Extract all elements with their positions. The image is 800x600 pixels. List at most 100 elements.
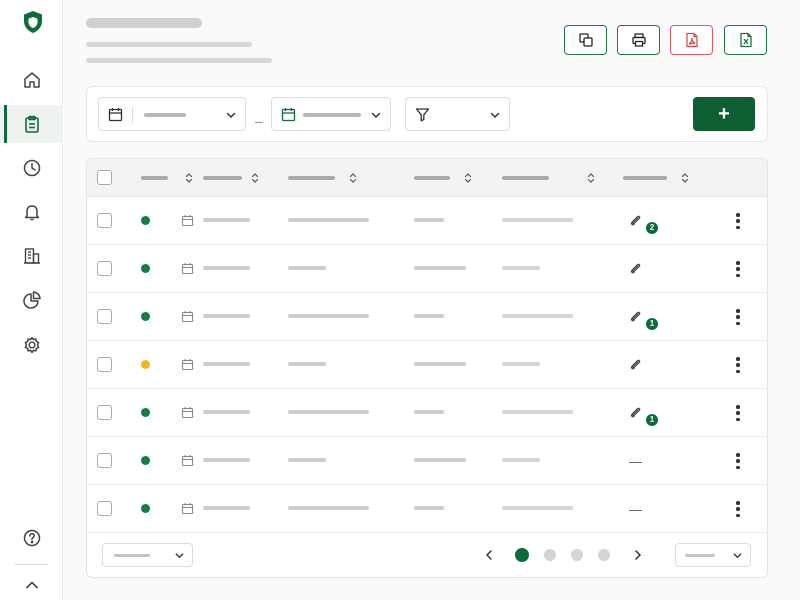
shield-icon[interactable]: [22, 10, 44, 34]
excel-export-button[interactable]: [724, 25, 767, 55]
row-checkbox[interactable]: [97, 405, 112, 420]
sort-icon[interactable]: [680, 172, 690, 184]
row-actions-menu[interactable]: [731, 211, 745, 231]
calendar-icon: [181, 407, 194, 419]
name-value: [288, 314, 369, 318]
sort-icon[interactable]: [463, 172, 473, 184]
paperclip-icon[interactable]: [628, 405, 643, 420]
sidebar-item-notifications[interactable]: [0, 193, 63, 231]
page-description: [86, 58, 272, 63]
chevron-left-icon[interactable]: [483, 548, 495, 562]
pdf-export-button[interactable]: [670, 25, 713, 55]
no-attachment: —: [629, 502, 642, 517]
page-dot-1[interactable]: [515, 548, 529, 562]
row-actions-menu[interactable]: [731, 451, 745, 471]
sidebar-item-clipboard[interactable]: [0, 105, 63, 143]
type-value: [414, 314, 444, 318]
type-value: [414, 410, 444, 414]
filter-dropdown[interactable]: [405, 97, 510, 131]
row-checkbox[interactable]: [97, 213, 112, 228]
date-value: [203, 410, 250, 414]
date-value: [203, 218, 250, 222]
sidebar-item-settings[interactable]: [0, 326, 63, 364]
column-header-location: [502, 176, 549, 180]
rows-per-page-dropdown[interactable]: [102, 543, 193, 567]
clipboard-icon: [24, 115, 39, 133]
row-checkbox[interactable]: [97, 501, 112, 516]
print-icon: [631, 33, 646, 47]
date-value: [203, 506, 250, 510]
name-value: [288, 218, 369, 222]
page-dot-3[interactable]: [571, 549, 583, 561]
table-row[interactable]: —: [87, 485, 767, 533]
chevron-down-icon: [371, 112, 381, 119]
filter-icon: [415, 108, 430, 122]
type-value: [414, 362, 466, 366]
sidebar-item-history[interactable]: [0, 149, 63, 187]
sidebar-item-home[interactable]: [0, 61, 63, 99]
chevron-right-icon[interactable]: [632, 548, 644, 562]
help-button[interactable]: [0, 519, 63, 557]
sidebar-item-buildings[interactable]: [0, 237, 63, 275]
page-dot-2[interactable]: [544, 549, 556, 561]
row-actions-menu[interactable]: [731, 355, 745, 375]
paperclip-icon[interactable]: [628, 357, 643, 372]
attachment-count-badge: 1: [646, 414, 658, 426]
status-dot: [141, 312, 150, 321]
row-actions-menu[interactable]: [731, 499, 745, 519]
end-date-dropdown[interactable]: [271, 97, 391, 131]
help-icon: [23, 529, 40, 547]
start-date-dropdown[interactable]: [98, 97, 246, 131]
paperclip-icon[interactable]: [628, 261, 643, 276]
plus-icon: +: [718, 103, 730, 125]
row-actions-menu[interactable]: [731, 403, 745, 423]
end-date-value: [303, 113, 361, 117]
row-actions-menu[interactable]: [731, 307, 745, 327]
table-row[interactable]: 1: [87, 293, 767, 341]
sort-icon[interactable]: [586, 172, 596, 184]
page-dot-4[interactable]: [598, 549, 610, 561]
table-row[interactable]: 2: [87, 197, 767, 245]
select-all-checkbox[interactable]: [97, 170, 112, 185]
pie-chart-icon: [22, 291, 41, 309]
sidebar-item-reports[interactable]: [0, 281, 63, 319]
sort-icon[interactable]: [184, 172, 194, 184]
page-size-dropdown[interactable]: [675, 543, 751, 567]
row-checkbox[interactable]: [97, 309, 112, 324]
calendar-icon: [181, 215, 194, 227]
page-size-value: [685, 554, 715, 557]
attachment-count-badge: 1: [646, 318, 658, 330]
main-content: – + 2 1 1 — —: [64, 0, 800, 600]
table-row[interactable]: [87, 341, 767, 389]
date-value: [203, 458, 250, 462]
add-button[interactable]: +: [693, 97, 755, 131]
table-row[interactable]: [87, 245, 767, 293]
start-date-value: [144, 113, 186, 117]
sort-icon[interactable]: [250, 172, 260, 184]
table-header: [87, 159, 767, 197]
column-header-status: [141, 176, 168, 180]
collapse-button[interactable]: [0, 566, 63, 600]
no-attachment: —: [629, 454, 642, 469]
status-dot: [141, 360, 150, 369]
print-button[interactable]: [617, 25, 660, 55]
row-checkbox[interactable]: [97, 261, 112, 276]
type-value: [414, 458, 466, 462]
name-value: [288, 410, 369, 414]
chevron-down-icon: [175, 553, 184, 559]
type-value: [414, 266, 466, 270]
row-actions-menu[interactable]: [731, 259, 745, 279]
status-dot: [141, 216, 150, 225]
copy-button[interactable]: [564, 25, 607, 55]
table-row[interactable]: —: [87, 437, 767, 485]
table-row[interactable]: 1: [87, 389, 767, 437]
copy-icon: [578, 33, 593, 47]
column-header-date: [203, 176, 242, 180]
chevron-down-icon: [226, 112, 236, 119]
paperclip-icon[interactable]: [628, 309, 643, 324]
row-checkbox[interactable]: [97, 357, 112, 372]
row-checkbox[interactable]: [97, 453, 112, 468]
sort-icon[interactable]: [348, 172, 358, 184]
calendar-icon: [181, 311, 194, 323]
paperclip-icon[interactable]: [628, 213, 643, 228]
